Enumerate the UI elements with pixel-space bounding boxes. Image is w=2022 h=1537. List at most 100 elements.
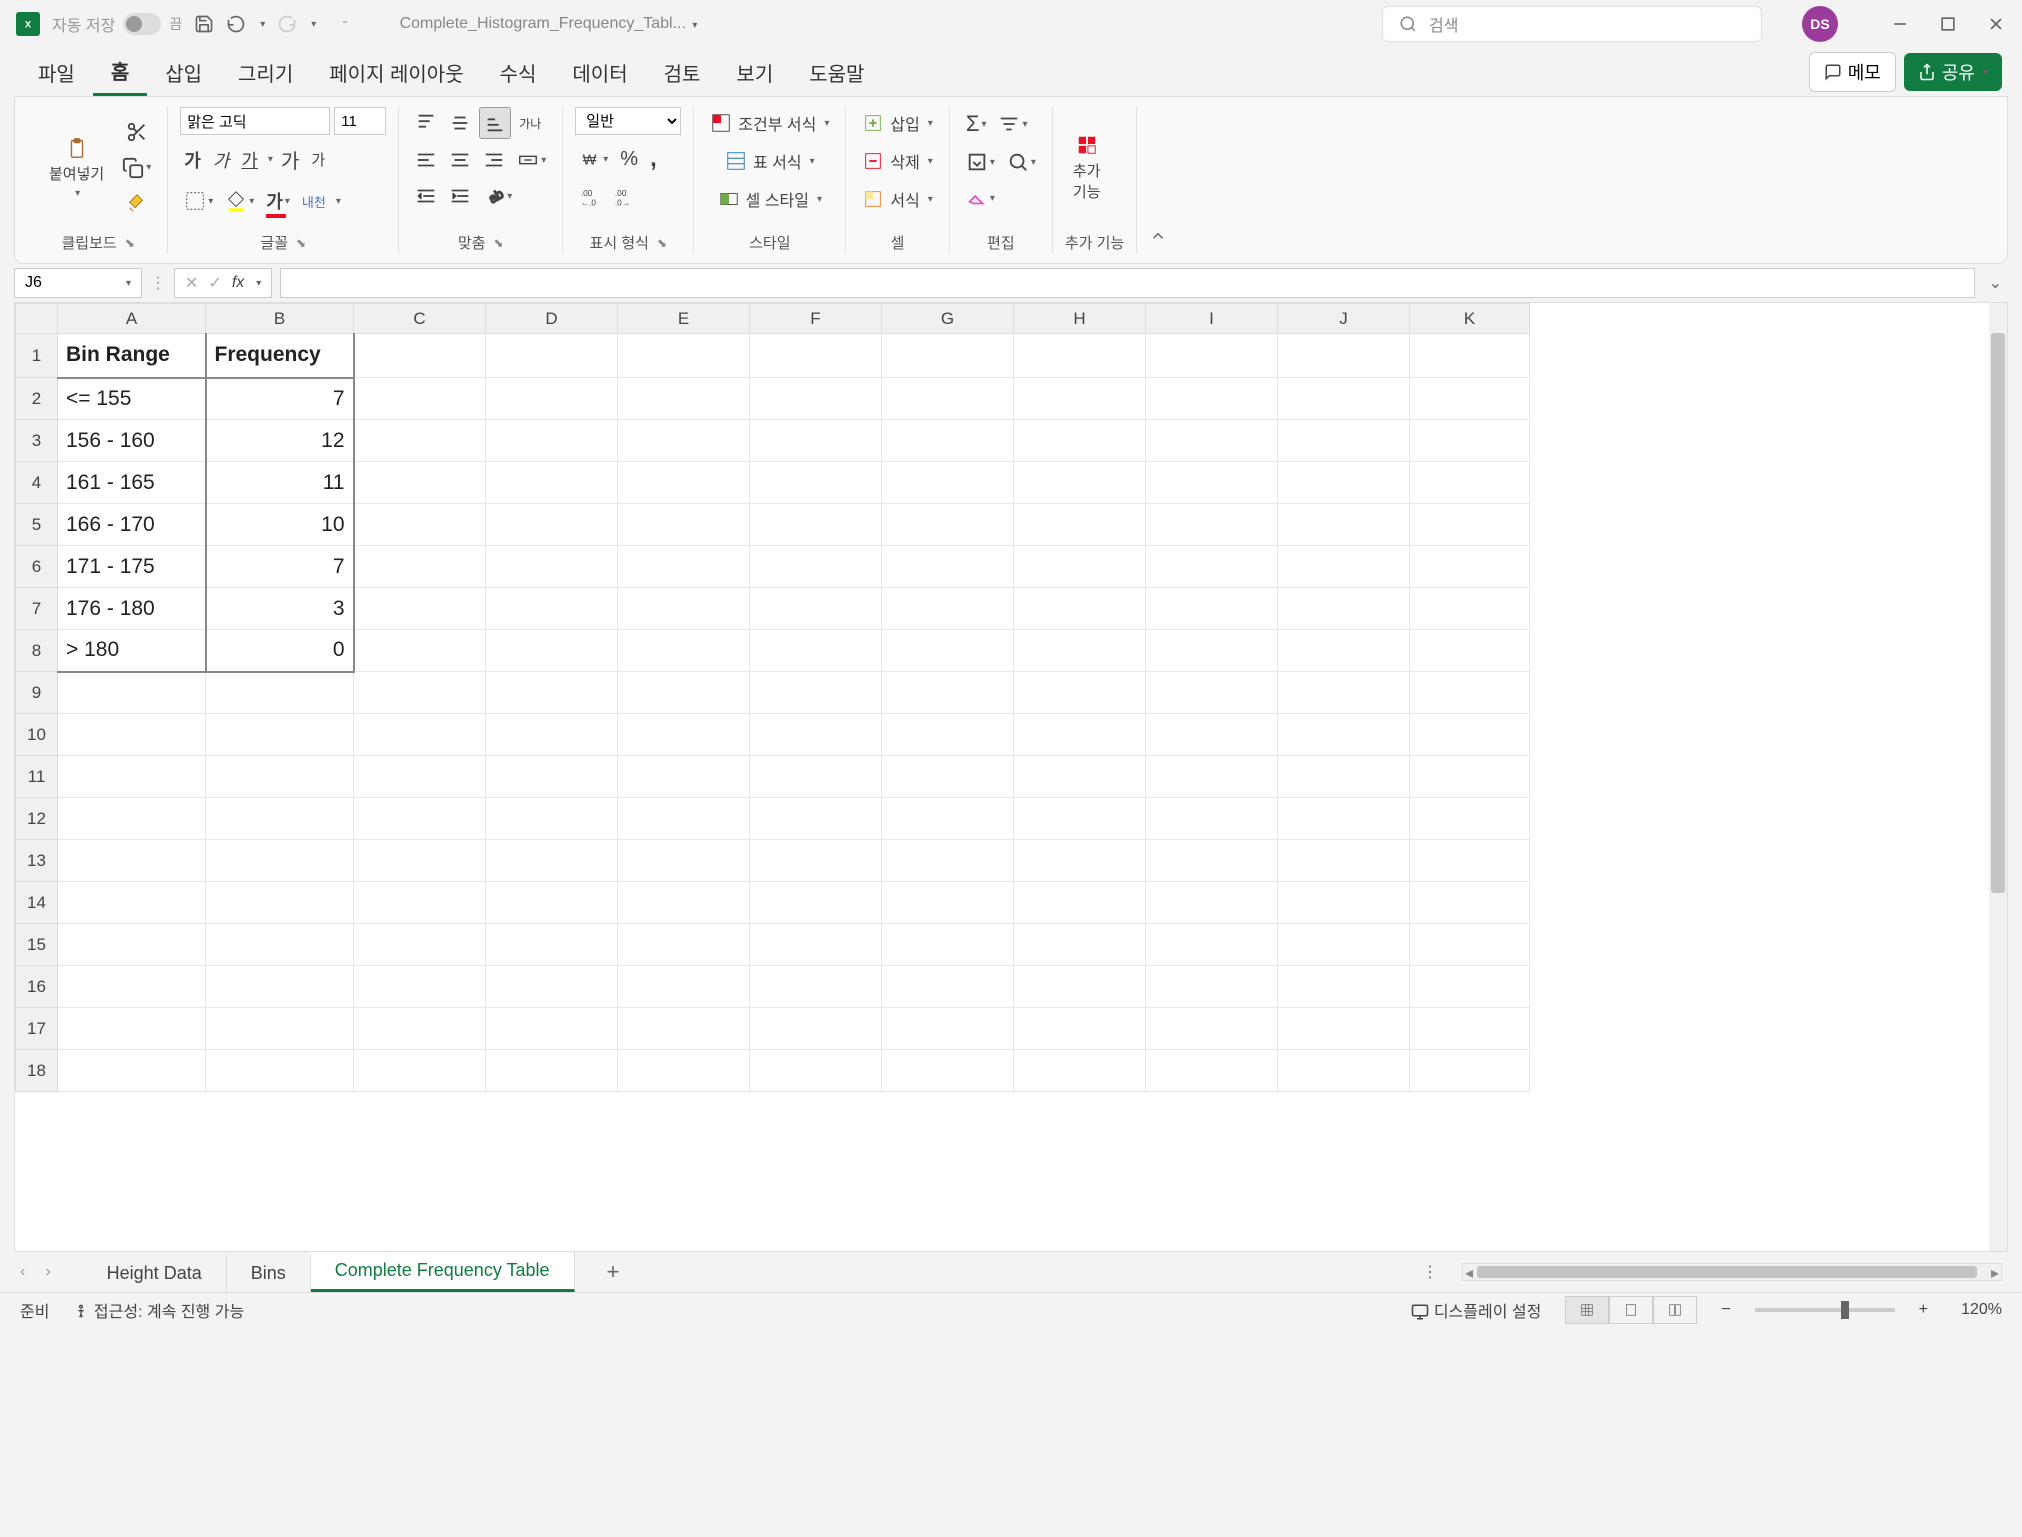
- cell[interactable]: [750, 420, 882, 462]
- cell[interactable]: [58, 798, 206, 840]
- cell[interactable]: [882, 714, 1014, 756]
- cell[interactable]: [1278, 924, 1410, 966]
- row-header-17[interactable]: 17: [16, 1008, 58, 1050]
- dialog-launcher-icon[interactable]: ⬊: [125, 236, 135, 250]
- cell[interactable]: [750, 546, 882, 588]
- cell[interactable]: [354, 462, 486, 504]
- undo-icon[interactable]: [226, 14, 246, 34]
- addins-button[interactable]: 추가 기능: [1065, 130, 1109, 206]
- cell[interactable]: [1278, 546, 1410, 588]
- cell[interactable]: [486, 714, 618, 756]
- cell[interactable]: [486, 1050, 618, 1092]
- cell[interactable]: [1410, 798, 1530, 840]
- cell[interactable]: [1146, 672, 1278, 714]
- wrap-text-button[interactable]: 가나: [515, 111, 545, 136]
- cell-B4[interactable]: 11: [206, 462, 354, 504]
- row-header-9[interactable]: 9: [16, 672, 58, 714]
- cell[interactable]: [354, 1050, 486, 1092]
- cell[interactable]: [882, 1050, 1014, 1092]
- cell[interactable]: [618, 840, 750, 882]
- row-header-11[interactable]: 11: [16, 756, 58, 798]
- cell[interactable]: [354, 1008, 486, 1050]
- cell[interactable]: [486, 588, 618, 630]
- cell[interactable]: [1014, 420, 1146, 462]
- sheet-nav-next-icon[interactable]: ›: [45, 1263, 50, 1281]
- cell[interactable]: [354, 672, 486, 714]
- cell[interactable]: [618, 756, 750, 798]
- cell[interactable]: [1014, 882, 1146, 924]
- menu-page-layout[interactable]: 페이지 레이아웃: [311, 50, 481, 95]
- cell[interactable]: [882, 504, 1014, 546]
- cell[interactable]: [206, 756, 354, 798]
- align-top-button[interactable]: [411, 108, 441, 138]
- cell[interactable]: [882, 462, 1014, 504]
- cell[interactable]: [618, 546, 750, 588]
- font-size-select[interactable]: [334, 107, 386, 135]
- cell[interactable]: [354, 756, 486, 798]
- decrease-decimal-button[interactable]: .00.0→: [609, 183, 639, 213]
- menu-insert[interactable]: 삽입: [147, 50, 220, 95]
- insert-cells-button[interactable]: 삽입▾: [858, 107, 936, 139]
- dialog-launcher-icon[interactable]: ⬊: [657, 236, 667, 250]
- borders-button[interactable]: ▾: [180, 186, 217, 216]
- cell[interactable]: [58, 714, 206, 756]
- number-format-select[interactable]: 일반: [575, 107, 681, 135]
- cell[interactable]: [1146, 462, 1278, 504]
- col-header-D[interactable]: D: [486, 304, 618, 334]
- cell[interactable]: [58, 672, 206, 714]
- col-header-I[interactable]: I: [1146, 304, 1278, 334]
- cell[interactable]: [750, 714, 882, 756]
- cell[interactable]: [618, 672, 750, 714]
- cell[interactable]: [1146, 1008, 1278, 1050]
- cell-A4[interactable]: 161 - 165: [58, 462, 206, 504]
- cell[interactable]: [1146, 924, 1278, 966]
- cell[interactable]: [206, 714, 354, 756]
- cell[interactable]: [618, 504, 750, 546]
- cell[interactable]: [1410, 334, 1530, 378]
- scroll-left-icon[interactable]: ◂: [1465, 1263, 1473, 1283]
- cell[interactable]: [206, 840, 354, 882]
- menu-view[interactable]: 보기: [718, 50, 791, 95]
- cell-A3[interactable]: 156 - 160: [58, 420, 206, 462]
- autosave-toggle[interactable]: 자동 저장 끔: [52, 12, 182, 36]
- cell[interactable]: [750, 798, 882, 840]
- cell[interactable]: [1278, 588, 1410, 630]
- cell[interactable]: [750, 588, 882, 630]
- cell[interactable]: [354, 630, 486, 672]
- scroll-right-icon[interactable]: ▸: [1991, 1263, 1999, 1283]
- scrollbar-thumb[interactable]: [1477, 1266, 1977, 1278]
- menu-file[interactable]: 파일: [20, 50, 93, 95]
- cell[interactable]: [354, 546, 486, 588]
- cell-B2[interactable]: 7: [206, 378, 354, 420]
- cell[interactable]: [1146, 546, 1278, 588]
- sort-filter-button[interactable]: ▾: [994, 109, 1031, 139]
- cell[interactable]: [750, 672, 882, 714]
- chevron-down-icon[interactable]: ▾: [268, 154, 273, 165]
- cell[interactable]: [1146, 334, 1278, 378]
- cell[interactable]: [1014, 588, 1146, 630]
- chevron-down-icon[interactable]: ▾: [336, 196, 341, 207]
- cell[interactable]: [882, 546, 1014, 588]
- menu-data[interactable]: 데이터: [554, 50, 645, 95]
- cell-A5[interactable]: 166 - 170: [58, 504, 206, 546]
- cell[interactable]: [1146, 714, 1278, 756]
- cell[interactable]: [1146, 882, 1278, 924]
- cell[interactable]: [882, 630, 1014, 672]
- sheet-tab-bins[interactable]: Bins: [227, 1255, 311, 1292]
- cell[interactable]: [1146, 420, 1278, 462]
- cell[interactable]: [354, 588, 486, 630]
- cell[interactable]: [1014, 756, 1146, 798]
- cell[interactable]: [882, 924, 1014, 966]
- row-header-14[interactable]: 14: [16, 882, 58, 924]
- cell[interactable]: [750, 334, 882, 378]
- row-header-4[interactable]: 4: [16, 462, 58, 504]
- fill-button[interactable]: ▾: [962, 147, 999, 177]
- cell[interactable]: [882, 588, 1014, 630]
- cell[interactable]: [750, 630, 882, 672]
- cell[interactable]: [1278, 378, 1410, 420]
- increase-decimal-button[interactable]: .00←.0: [575, 183, 605, 213]
- cell[interactable]: [750, 1008, 882, 1050]
- cell[interactable]: [1146, 378, 1278, 420]
- cell[interactable]: [1014, 1008, 1146, 1050]
- cell[interactable]: [882, 756, 1014, 798]
